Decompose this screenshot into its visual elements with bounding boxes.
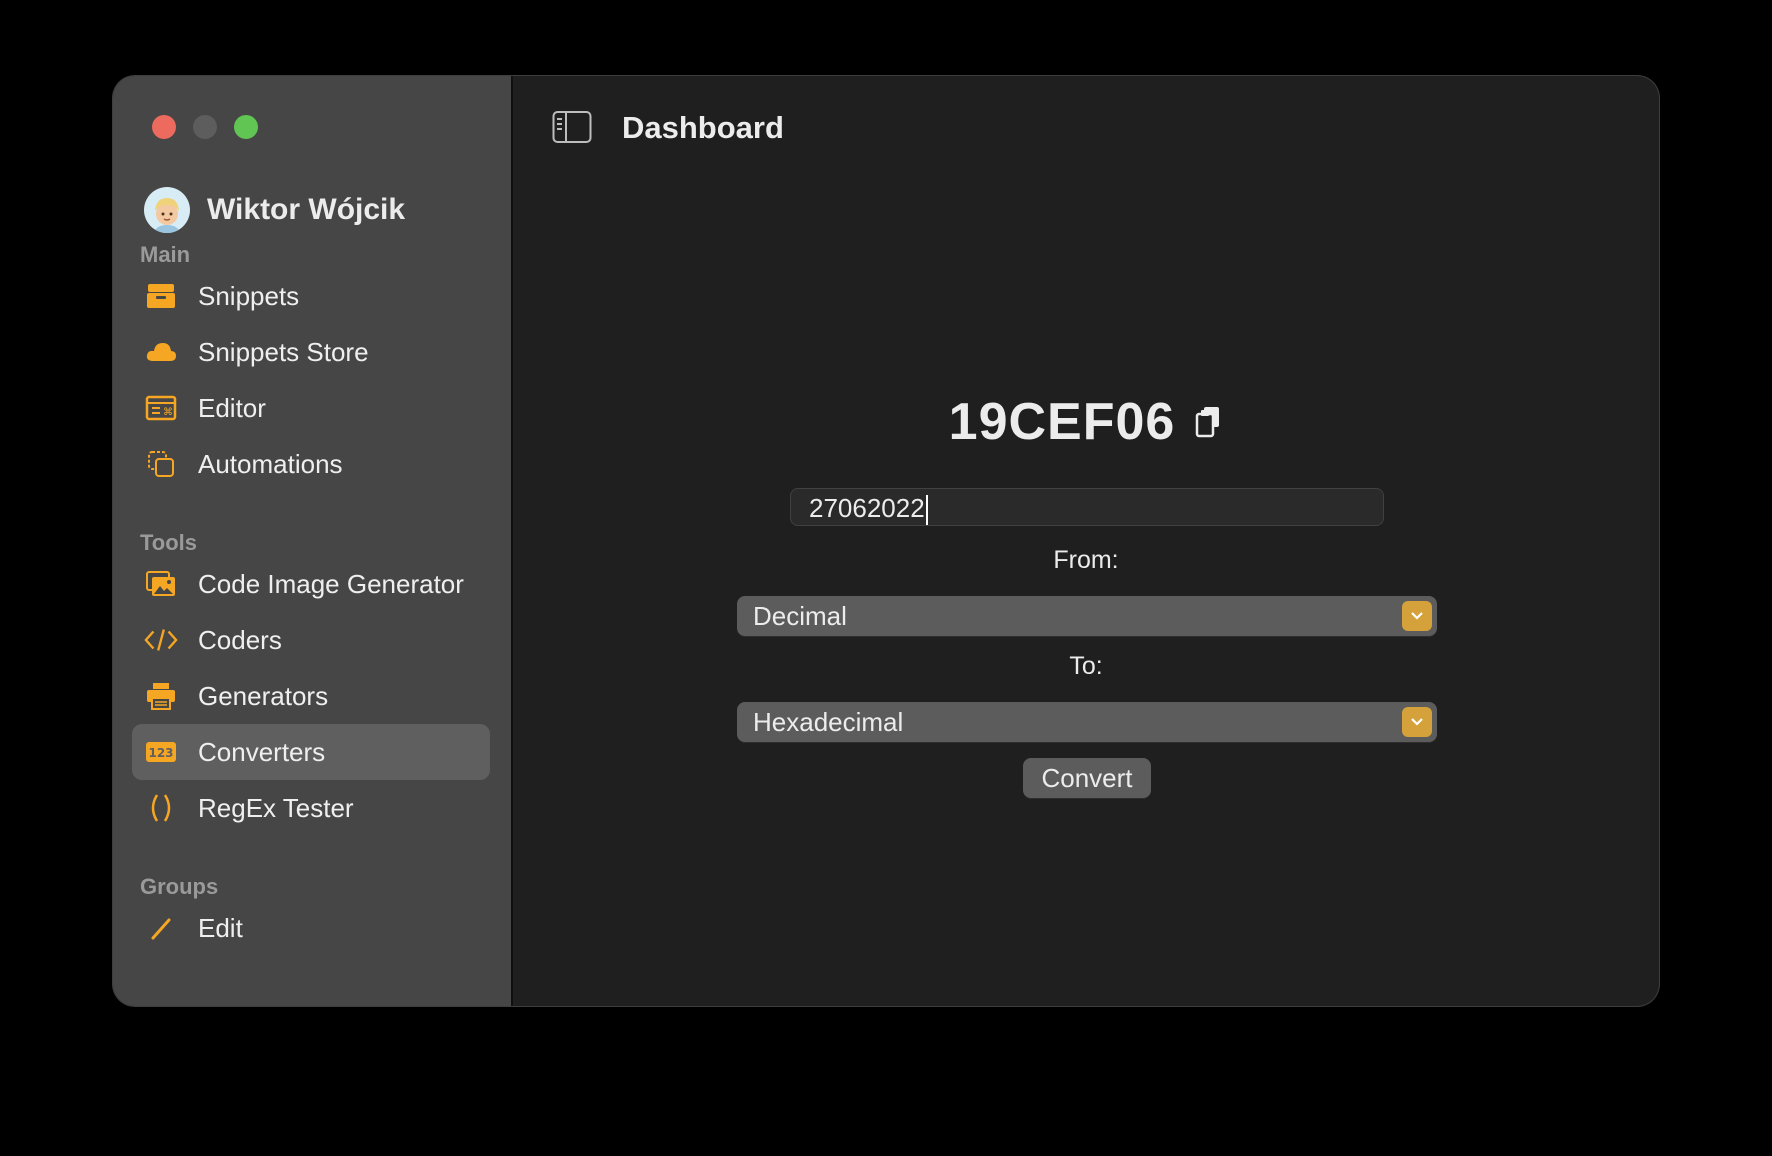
window-controls xyxy=(152,115,258,139)
number-input-value: 27062022 xyxy=(809,493,925,523)
sidebar: Wiktor Wójcik Main Snippets Snippets Sto… xyxy=(113,76,513,1006)
copy-icon[interactable] xyxy=(1193,405,1223,439)
sidebar-item-snippets-store[interactable]: Snippets Store xyxy=(132,324,490,380)
section-title-groups: Groups xyxy=(140,874,219,899)
sidebar-toggle-icon[interactable] xyxy=(552,110,592,144)
editor-window-icon: ⌘ xyxy=(144,393,178,423)
sidebar-item-label: Converters xyxy=(198,736,326,767)
sidebar-item-coders[interactable]: Coders xyxy=(132,612,490,668)
to-select-value: Hexadecimal xyxy=(753,706,904,737)
sidebar-item-label: Edit xyxy=(198,912,243,943)
sidebar-item-regex-tester[interactable]: RegEx Tester xyxy=(132,780,490,836)
svg-text:123: 123 xyxy=(148,746,173,760)
sidebar-item-code-image-generator[interactable]: Code Image Generator xyxy=(132,556,490,612)
sidebar-item-edit[interactable]: Edit xyxy=(132,900,490,956)
conversion-result: 19CEF06 xyxy=(948,393,1176,451)
cloud-icon xyxy=(144,337,178,367)
pencil-icon xyxy=(144,913,178,943)
to-label: To: xyxy=(1069,652,1103,680)
printer-icon xyxy=(144,681,178,711)
sidebar-item-label: RegEx Tester xyxy=(198,792,354,823)
sidebar-item-label: Editor xyxy=(198,392,266,423)
text-caret xyxy=(925,495,928,526)
sidebar-item-label: Snippets xyxy=(198,280,300,311)
app-window: Wiktor Wójcik Main Snippets Snippets Sto… xyxy=(113,76,1659,1006)
close-window-button[interactable] xyxy=(152,115,176,139)
sidebar-item-snippets[interactable]: Snippets xyxy=(132,268,490,324)
from-label: From: xyxy=(1053,546,1119,574)
sidebar-item-label: Code Image Generator xyxy=(198,568,464,599)
number-input[interactable]: 27062022 xyxy=(790,488,1384,526)
from-select-value: Decimal xyxy=(753,600,847,631)
sidebar-item-label: Generators xyxy=(198,680,329,711)
sidebar-item-converters[interactable]: 123 Converters xyxy=(132,724,490,780)
sidebar-item-label: Snippets Store xyxy=(198,336,369,367)
convert-button[interactable]: Convert xyxy=(1023,758,1151,798)
sidebar-item-generators[interactable]: Generators xyxy=(132,668,490,724)
parentheses-icon xyxy=(144,793,178,823)
to-select[interactable]: Hexadecimal xyxy=(737,702,1437,742)
user-profile[interactable]: Wiktor Wójcik xyxy=(144,187,405,233)
tray-icon xyxy=(144,281,178,311)
chevron-down-icon xyxy=(1402,707,1432,737)
sidebar-item-editor[interactable]: ⌘ Editor xyxy=(132,380,490,436)
from-select[interactable]: Decimal xyxy=(737,596,1437,636)
sidebar-item-label: Coders xyxy=(198,624,282,655)
zoom-window-button[interactable] xyxy=(234,115,258,139)
chevron-down-icon xyxy=(1402,601,1432,631)
avatar xyxy=(144,187,190,233)
code-brackets-icon xyxy=(144,625,178,655)
main-content: Dashboard 19CEF06 27062022 From: Decimal… xyxy=(513,76,1659,1006)
minimize-window-button[interactable] xyxy=(193,115,217,139)
section-title-main: Main xyxy=(140,242,191,267)
section-title-tools: Tools xyxy=(140,530,198,555)
page-title: Dashboard xyxy=(622,110,784,145)
numbers-123-icon: 123 xyxy=(144,737,178,767)
sidebar-item-label: Automations xyxy=(198,448,343,479)
svg-text:⌘: ⌘ xyxy=(163,407,173,418)
user-name: Wiktor Wójcik xyxy=(207,193,406,226)
photo-stack-icon xyxy=(144,569,178,599)
automation-icon xyxy=(144,449,178,479)
sidebar-item-automations[interactable]: Automations xyxy=(132,436,490,492)
result-row: 19CEF06 xyxy=(513,392,1659,452)
